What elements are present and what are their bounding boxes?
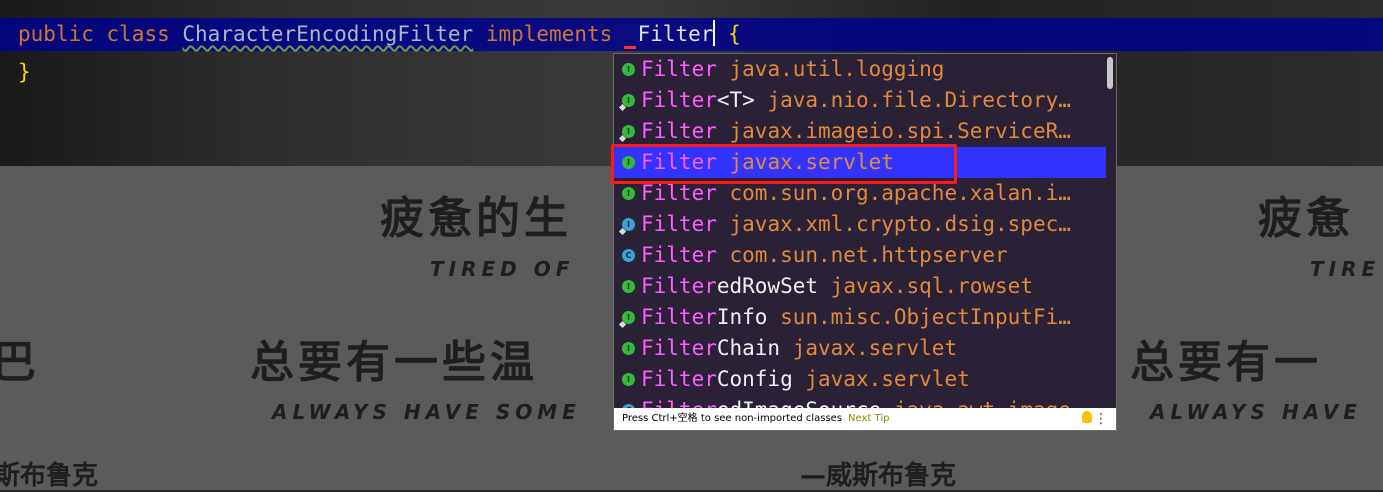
- footer-hint: Press Ctrl+空格 to see non-imported classe…: [622, 413, 890, 424]
- poster-cn-sub-right: 总要有一: [1130, 337, 1322, 388]
- more-options-icon[interactable]: ⋮: [1094, 408, 1108, 430]
- poster-en-sub-right: ALWAYS HAVE: [1150, 400, 1362, 424]
- highlight-annotation-box: [611, 144, 957, 184]
- keyword-implements: implements: [485, 22, 613, 46]
- poster-en-sub-left: ALWAYS HAVE SOME: [272, 400, 581, 424]
- keyword-public: public: [18, 22, 94, 46]
- keyword-class: class: [106, 22, 170, 46]
- poster-cn-title-right: 疲惫: [1258, 193, 1354, 244]
- completion-list[interactable]: I Filter java.util.logging I Filter<T> jav…: [614, 54, 1106, 410]
- completion-item[interactable]: I Filter javax.xml.crypto.dsig.spec…: [614, 209, 1106, 240]
- interface-icon: I: [622, 218, 635, 231]
- popup-footer: Press Ctrl+空格 to see non-imported classe…: [614, 408, 1116, 430]
- interface-icon: I: [622, 311, 635, 324]
- lightbulb-icon[interactable]: [1082, 411, 1092, 423]
- completion-item[interactable]: I FilteredRowSet javax.sql.rowset: [614, 271, 1106, 302]
- close-brace: }: [18, 60, 31, 84]
- completion-item[interactable]: C Filter com.sun.net.httpserver: [614, 240, 1106, 271]
- interface-icon: I: [622, 63, 635, 76]
- code-completion-popup[interactable]: I Filter java.util.logging I Filter<T> jav…: [613, 53, 1117, 431]
- poster-cn-title-left: 疲惫的生: [380, 193, 572, 244]
- text-caret: [713, 20, 716, 46]
- class-name[interactable]: CharacterEncodingFilter: [182, 22, 473, 46]
- error-marker: [623, 46, 636, 49]
- interface-icon: I: [622, 280, 635, 293]
- interface-icon: I: [622, 125, 635, 138]
- completion-item[interactable]: I FilterChain javax.servlet: [614, 333, 1106, 364]
- class-icon: C: [622, 249, 635, 262]
- interface-icon: I: [622, 94, 635, 107]
- popup-scrollbar-thumb[interactable]: [1107, 57, 1113, 89]
- poster-en-title-left: TIRED OF: [430, 257, 575, 281]
- completion-item[interactable]: I FilterInfo sun.misc.ObjectInputFi…: [614, 302, 1106, 333]
- poster-en-title-right: TIRE: [1310, 257, 1381, 281]
- open-brace: {: [728, 22, 741, 46]
- completion-item[interactable]: I FilterConfig javax.servlet: [614, 364, 1106, 395]
- interface-icon: I: [622, 342, 635, 355]
- completion-item[interactable]: I Filter<T> java.nio.file.Directory…: [614, 85, 1106, 116]
- interface-icon: I: [622, 187, 635, 200]
- completion-item[interactable]: I Filter java.util.logging: [614, 54, 1106, 85]
- next-tip-link[interactable]: Next Tip: [848, 413, 889, 424]
- poster-signature-left: 斯布鲁克: [0, 461, 99, 491]
- completion-item[interactable]: I Filter javax.imageio.spi.ServiceR…: [614, 116, 1106, 147]
- poster-cn-sub-left: 总要有一些温: [250, 337, 538, 388]
- typed-identifier[interactable]: Filter: [638, 22, 714, 46]
- poster-signature-right: —威斯布鲁克: [800, 461, 957, 491]
- interface-icon: I: [622, 373, 635, 386]
- poster-edge-left: 巴: [0, 337, 40, 388]
- code-line-class-declaration[interactable]: public class CharacterEncodingFilter imp…: [0, 18, 1383, 51]
